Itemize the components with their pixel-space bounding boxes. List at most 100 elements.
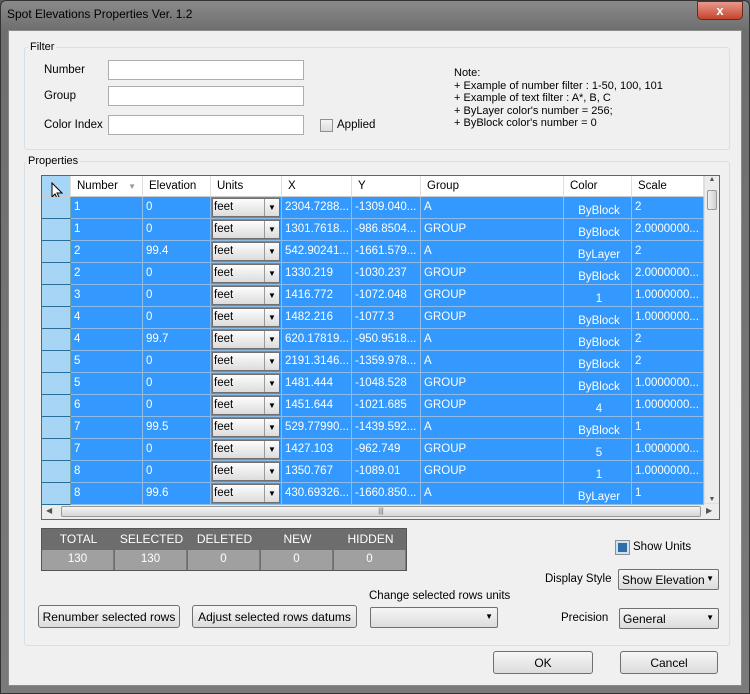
cell-group[interactable]: A <box>421 417 564 439</box>
cell-y[interactable]: -1661.579... <box>352 241 421 263</box>
cell-x[interactable]: 1416.772 <box>282 285 352 307</box>
cell-y[interactable]: -1439.592... <box>352 417 421 439</box>
units-select[interactable]: feet ▼ <box>212 352 280 371</box>
cell-units[interactable]: feet ▼ <box>211 461 282 483</box>
cell-x[interactable]: 430.69326... <box>282 483 352 505</box>
cell-elevation[interactable]: 0 <box>143 219 211 241</box>
row-header[interactable] <box>42 483 71 505</box>
cell-y[interactable]: -962.749 <box>352 439 421 461</box>
cell-y[interactable]: -1077.3 <box>352 307 421 329</box>
column-header-x[interactable]: X <box>282 176 352 197</box>
cell-number[interactable]: 2 <box>71 263 143 285</box>
cell-scale[interactable]: 1.0000000... <box>632 461 704 483</box>
units-select[interactable]: feet ▼ <box>212 484 280 503</box>
cell-y[interactable]: -1660.850... <box>352 483 421 505</box>
cell-group[interactable]: A <box>421 197 564 219</box>
cell-color[interactable]: ByBlock <box>564 197 632 219</box>
cell-elevation[interactable]: 0 <box>143 373 211 395</box>
cell-color[interactable]: ByBlock <box>564 351 632 373</box>
cell-color[interactable]: 1 <box>564 285 632 307</box>
cell-group[interactable]: GROUP <box>421 461 564 483</box>
cell-number[interactable]: 4 <box>71 307 143 329</box>
row-header[interactable] <box>42 219 71 241</box>
horizontal-scrollbar[interactable]: ◀ ||| ▶ <box>42 503 719 519</box>
units-select[interactable]: feet ▼ <box>212 418 280 437</box>
select-all-header[interactable] <box>42 176 71 201</box>
cell-scale[interactable]: 1.0000000... <box>632 373 704 395</box>
column-header-color[interactable]: Color <box>564 176 632 197</box>
horizontal-scroll-thumb[interactable]: ||| <box>61 506 701 517</box>
cell-elevation[interactable]: 0 <box>143 461 211 483</box>
color-index-filter-input[interactable] <box>108 115 304 135</box>
cell-group[interactable]: A <box>421 351 564 373</box>
cell-elevation[interactable]: 0 <box>143 307 211 329</box>
change-units-select[interactable]: ▼ <box>370 607 498 628</box>
cell-elevation[interactable]: 99.5 <box>143 417 211 439</box>
row-header[interactable] <box>42 307 71 329</box>
cell-x[interactable]: 529.77990... <box>282 417 352 439</box>
cell-scale[interactable]: 2.0000000... <box>632 263 704 285</box>
display-style-select[interactable]: Show Elevation ▼ <box>618 569 719 590</box>
row-header[interactable] <box>42 241 71 263</box>
cell-group[interactable]: GROUP <box>421 263 564 285</box>
row-header[interactable] <box>42 373 71 395</box>
cell-y[interactable]: -950.9518... <box>352 329 421 351</box>
cell-scale[interactable]: 1 <box>632 417 704 439</box>
cell-x[interactable]: 542.90241... <box>282 241 352 263</box>
scroll-down-icon[interactable]: ▼ <box>705 496 719 503</box>
column-header-y[interactable]: Y <box>352 176 421 197</box>
cell-elevation[interactable]: 0 <box>143 439 211 461</box>
cell-elevation[interactable]: 0 <box>143 263 211 285</box>
cell-y[interactable]: -1021.685 <box>352 395 421 417</box>
cell-number[interactable]: 1 <box>71 197 143 219</box>
units-select[interactable]: feet ▼ <box>212 198 280 217</box>
cell-x[interactable]: 1301.7618... <box>282 219 352 241</box>
cell-scale[interactable]: 1.0000000... <box>632 307 704 329</box>
row-header[interactable] <box>42 197 71 219</box>
group-filter-input[interactable] <box>108 86 304 106</box>
cell-group[interactable]: GROUP <box>421 439 564 461</box>
cell-number[interactable]: 2 <box>71 241 143 263</box>
cell-number[interactable]: 5 <box>71 373 143 395</box>
cell-units[interactable]: feet ▼ <box>211 329 282 351</box>
precision-select[interactable]: General ▼ <box>619 608 719 629</box>
cell-number[interactable]: 8 <box>71 483 143 505</box>
cell-x[interactable]: 2304.7288... <box>282 197 352 219</box>
cell-color[interactable]: ByBlock <box>564 373 632 395</box>
cell-elevation[interactable]: 99.7 <box>143 329 211 351</box>
cell-group[interactable]: A <box>421 329 564 351</box>
cell-units[interactable]: feet ▼ <box>211 483 282 505</box>
cell-color[interactable]: 1 <box>564 461 632 483</box>
cell-x[interactable]: 1482.216 <box>282 307 352 329</box>
cell-x[interactable]: 2191.3146... <box>282 351 352 373</box>
cell-elevation[interactable]: 0 <box>143 197 211 219</box>
units-select[interactable]: feet ▼ <box>212 330 280 349</box>
column-header-units[interactable]: Units <box>211 176 282 197</box>
cell-scale[interactable]: 1.0000000... <box>632 439 704 461</box>
adjust-selected-rows-datums-button[interactable]: Adjust selected rows datums <box>192 605 357 628</box>
cell-group[interactable]: A <box>421 241 564 263</box>
scroll-thumb[interactable] <box>707 190 717 210</box>
cell-units[interactable]: feet ▼ <box>211 197 282 219</box>
cell-units[interactable]: feet ▼ <box>211 263 282 285</box>
units-select[interactable]: feet ▼ <box>212 220 280 239</box>
cell-number[interactable]: 6 <box>71 395 143 417</box>
cell-number[interactable]: 5 <box>71 351 143 373</box>
cell-units[interactable]: feet ▼ <box>211 395 282 417</box>
units-select[interactable]: feet ▼ <box>212 440 280 459</box>
number-filter-input[interactable] <box>108 60 304 80</box>
cell-color[interactable]: ByBlock <box>564 329 632 351</box>
cell-units[interactable]: feet ▼ <box>211 307 282 329</box>
row-header[interactable] <box>42 285 71 307</box>
cell-scale[interactable]: 1 <box>632 483 704 505</box>
row-header[interactable] <box>42 351 71 373</box>
cell-y[interactable]: -1048.528 <box>352 373 421 395</box>
column-header-scale[interactable]: Scale <box>632 176 704 197</box>
row-header[interactable] <box>42 417 71 439</box>
cell-scale[interactable]: 1.0000000... <box>632 285 704 307</box>
cell-units[interactable]: feet ▼ <box>211 373 282 395</box>
cell-group[interactable]: GROUP <box>421 395 564 417</box>
show-units-checkbox[interactable] <box>615 540 630 555</box>
cell-elevation[interactable]: 0 <box>143 285 211 307</box>
properties-grid[interactable]: ▲ ▼ ◀ ||| ▶ Number ▼ Elevation Units X Y Grou… <box>41 175 720 520</box>
